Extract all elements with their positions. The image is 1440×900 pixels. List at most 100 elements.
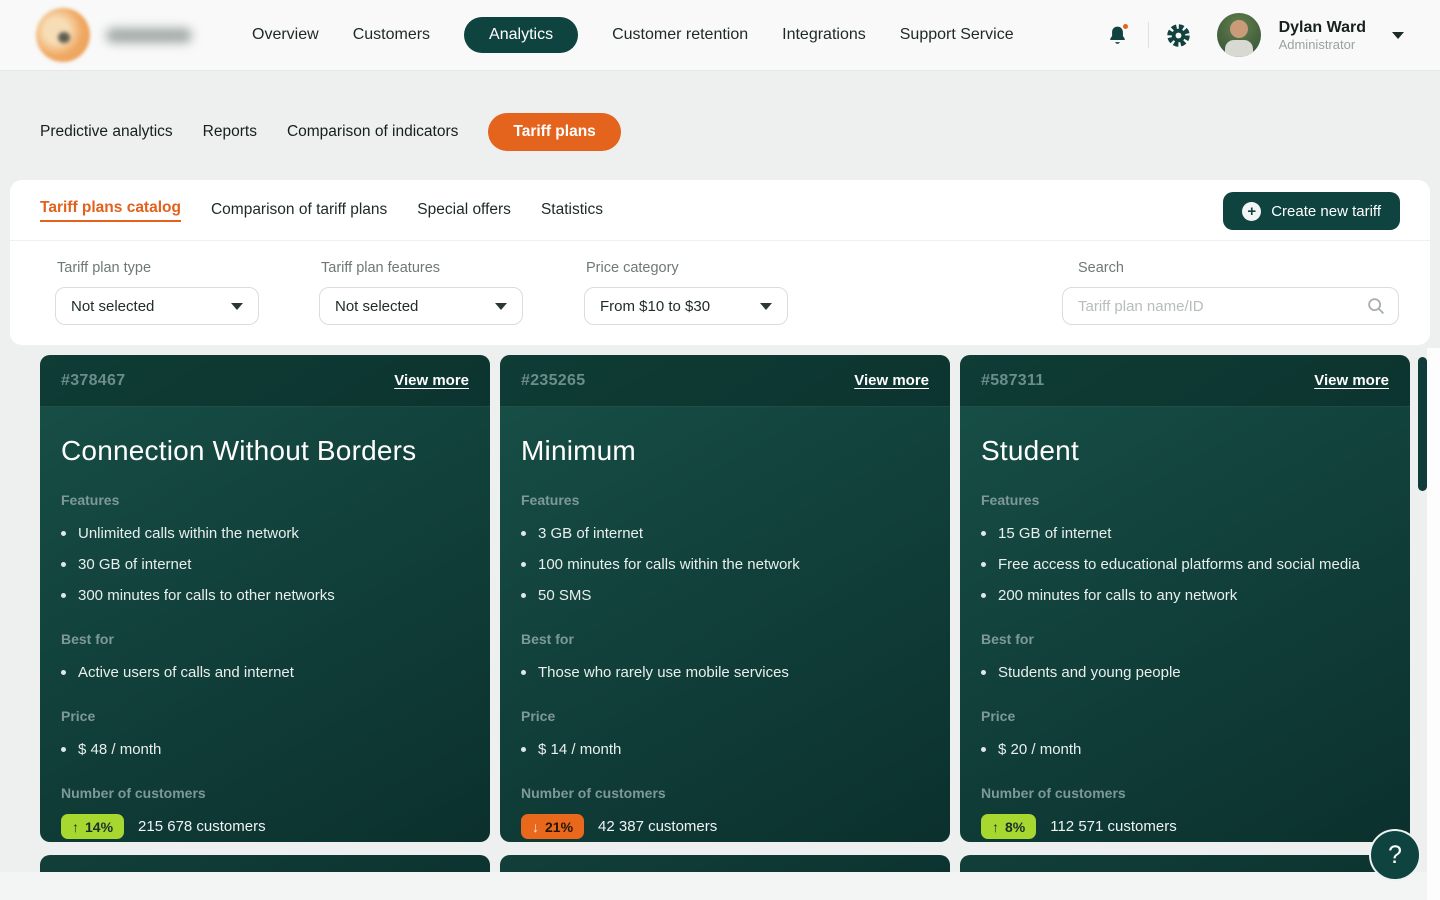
tariff-plan-type-select[interactable]: Not selected: [55, 287, 259, 325]
settings-button[interactable]: [1165, 21, 1193, 49]
list-item: $ 14 / month: [521, 739, 929, 760]
tariff-cards-row: #378467 View more Connection Without Bor…: [40, 355, 1410, 842]
features-label: Features: [61, 492, 469, 508]
bottom-strip: [0, 872, 1440, 900]
tariff-card-partial: [960, 855, 1410, 872]
search-input[interactable]: [1062, 287, 1399, 325]
card-body: Student Features 15 GB of internet Free …: [960, 435, 1410, 839]
tariff-title: Minimum: [521, 435, 929, 467]
bullet-dot: [61, 593, 66, 598]
list-item: 300 minutes for calls to other networks: [61, 585, 469, 606]
nav-item-support-service[interactable]: Support Service: [900, 26, 1014, 44]
nav-item-customer-retention[interactable]: Customer retention: [612, 26, 748, 44]
trend-badge: ↑ 14%: [61, 814, 124, 839]
view-more-link[interactable]: View more: [394, 372, 469, 389]
view-more-link[interactable]: View more: [1314, 372, 1389, 389]
scrollbar-thumb[interactable]: [1418, 357, 1427, 491]
brand-logo-icon: [36, 8, 90, 62]
best-for-list: Those who rarely use mobile services: [521, 662, 929, 683]
divider: [1148, 22, 1149, 48]
create-new-tariff-button[interactable]: + Create new tariff: [1223, 192, 1400, 230]
subnav-item-predictive-analytics[interactable]: Predictive analytics: [40, 123, 173, 141]
nav-item-integrations[interactable]: Integrations: [782, 26, 866, 44]
tab-tariff-plans-catalog[interactable]: Tariff plans catalog: [40, 199, 181, 222]
chevron-down-icon: [495, 303, 507, 310]
price-list: $ 20 / month: [981, 739, 1389, 760]
view-more-link[interactable]: View more: [854, 372, 929, 389]
subnav-item-reports[interactable]: Reports: [203, 123, 257, 141]
select-value: From $10 to $30: [600, 298, 710, 315]
filter-price-category: Price category From $10 to $30: [584, 260, 788, 325]
tariff-id: #587311: [981, 372, 1045, 390]
search-box: [1062, 287, 1399, 325]
nav-item-customers[interactable]: Customers: [353, 26, 430, 44]
brand-name-blurred: [106, 28, 192, 43]
card-body: Minimum Features 3 GB of internet 100 mi…: [500, 435, 950, 839]
tab-special-offers[interactable]: Special offers: [417, 201, 511, 219]
nav-item-overview[interactable]: Overview: [252, 26, 319, 44]
tab-statistics[interactable]: Statistics: [541, 201, 603, 219]
bullet-dot: [521, 562, 526, 567]
help-button[interactable]: ?: [1369, 829, 1421, 881]
price-label: Price: [521, 708, 929, 724]
subnav-item-comparison-of-indicators[interactable]: Comparison of indicators: [287, 123, 458, 141]
trend-up-icon: ↑: [72, 819, 79, 835]
scrollbar-track: [1427, 348, 1440, 900]
best-for-list: Active users of calls and internet: [61, 662, 469, 683]
list-item: Active users of calls and internet: [61, 662, 469, 683]
card-body: Connection Without Borders Features Unli…: [40, 435, 490, 839]
list-item: Unlimited calls within the network: [61, 523, 469, 544]
customers-count: 112 571 customers: [1050, 818, 1176, 835]
user-avatar[interactable]: [1217, 13, 1261, 57]
bullet-dot: [981, 562, 986, 567]
chevron-down-icon[interactable]: [1392, 32, 1404, 39]
filter-label: Tariff plan features: [321, 260, 523, 276]
bullet-dot: [61, 531, 66, 536]
tariff-title: Connection Without Borders: [61, 435, 469, 467]
customers-count: 42 387 customers: [598, 818, 717, 835]
subnav-item-tariff-plans[interactable]: Tariff plans: [488, 113, 620, 151]
notification-badge: [1121, 22, 1130, 31]
analytics-subnav: Predictive analytics Reports Comparison …: [40, 112, 621, 151]
filter-label: Price category: [586, 260, 788, 276]
bullet-dot: [61, 747, 66, 752]
features-label: Features: [981, 492, 1389, 508]
notification-bell-button[interactable]: [1104, 21, 1132, 49]
trend-down-icon: ↓: [532, 819, 539, 835]
list-item: 50 SMS: [521, 585, 929, 606]
list-item: Those who rarely use mobile services: [521, 662, 929, 683]
bullet-dot: [981, 593, 986, 598]
tariff-plan-features-select[interactable]: Not selected: [319, 287, 523, 325]
tariff-id: #378467: [61, 372, 125, 390]
list-item: $ 20 / month: [981, 739, 1389, 760]
best-for-label: Best for: [61, 631, 469, 647]
divider: [10, 240, 1430, 241]
list-item: Students and young people: [981, 662, 1389, 683]
user-name: Dylan Ward: [1279, 18, 1366, 37]
bullet-dot: [981, 531, 986, 536]
tariff-id: #235265: [521, 372, 585, 390]
gear-icon: [1165, 22, 1192, 49]
list-item: $ 48 / month: [61, 739, 469, 760]
nav-item-analytics[interactable]: Analytics: [464, 17, 578, 53]
features-list: 15 GB of internet Free access to educati…: [981, 523, 1389, 606]
filter-label: Tariff plan type: [57, 260, 259, 276]
list-item: 3 GB of internet: [521, 523, 929, 544]
price-category-select[interactable]: From $10 to $30: [584, 287, 788, 325]
tariff-title: Student: [981, 435, 1389, 467]
tab-comparison-of-tariff-plans[interactable]: Comparison of tariff plans: [211, 201, 387, 219]
bullet-dot: [521, 747, 526, 752]
list-item: Free access to educational platforms and…: [981, 554, 1389, 575]
user-info[interactable]: Dylan Ward Administrator: [1279, 18, 1366, 53]
search-group: Search: [1062, 260, 1399, 325]
trend-up-icon: ↑: [992, 819, 999, 835]
bullet-dot: [521, 531, 526, 536]
trend-percent: 14%: [85, 819, 113, 835]
main-nav: Overview Customers Analytics Customer re…: [252, 17, 1014, 53]
brand: [36, 8, 218, 62]
list-item: 30 GB of internet: [61, 554, 469, 575]
filter-tariff-plan-type: Tariff plan type Not selected: [55, 260, 259, 325]
top-right-cluster: Dylan Ward Administrator: [1104, 13, 1404, 57]
create-new-tariff-label: Create new tariff: [1271, 203, 1381, 220]
trend-badge: ↑ 8%: [981, 814, 1036, 839]
